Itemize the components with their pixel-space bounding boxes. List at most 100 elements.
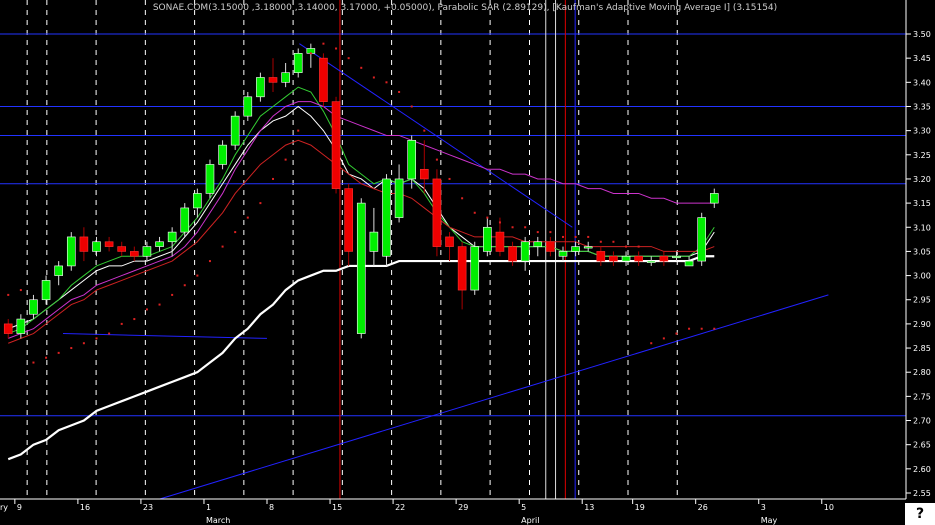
y-tick-label: 2.95	[913, 296, 931, 305]
candle-body	[470, 246, 480, 291]
help-button[interactable]: ?	[905, 503, 935, 525]
candle-body	[583, 246, 593, 249]
sar-dot	[297, 129, 300, 132]
x-tick-label: 5	[521, 503, 526, 512]
chart-title: SONAE.COM(3.15000 ,3.18000 ,3.14000, 3.1…	[153, 3, 777, 13]
y-tick-label: 2.80	[913, 368, 931, 377]
sar-dot	[561, 235, 564, 238]
candle-body	[16, 318, 26, 334]
x-tick-label: 22	[395, 503, 405, 512]
sar-dot	[675, 332, 678, 335]
sar-dot	[7, 293, 10, 296]
candle-body	[167, 231, 177, 243]
x-tick-label: 1	[206, 503, 211, 512]
candle-body	[218, 144, 227, 165]
candle-body	[54, 265, 63, 276]
sar-dot	[612, 240, 615, 243]
x-month-label: March	[206, 516, 230, 525]
sar-dot	[32, 361, 35, 364]
sar-dot	[196, 274, 199, 277]
sar-dot	[398, 90, 401, 93]
candle-body	[130, 251, 139, 257]
candle-body	[344, 188, 353, 252]
sar-dot	[625, 245, 628, 248]
x-tick-label: 19	[635, 503, 645, 512]
sar-dot	[511, 226, 514, 229]
candle-body	[571, 246, 580, 252]
candle-body	[546, 241, 555, 252]
candle-body	[684, 260, 694, 267]
sar-dot	[246, 216, 249, 219]
x-month-label: May	[761, 516, 778, 525]
candle-body	[356, 202, 366, 334]
candle-body	[117, 246, 127, 252]
sar-dot	[524, 226, 527, 229]
y-tick-label: 2.55	[913, 489, 931, 498]
sar-dot	[284, 158, 287, 161]
candle-body	[319, 57, 328, 102]
y-tick-label: 2.70	[913, 417, 931, 426]
candle-body	[445, 236, 454, 247]
candle-body	[331, 101, 341, 189]
sar-dot	[272, 177, 275, 180]
y-tick-label: 3.20	[913, 175, 931, 184]
sar-dot	[423, 129, 426, 132]
sar-dot	[662, 337, 665, 340]
sar-dot	[435, 158, 438, 161]
sar-dot	[473, 211, 476, 214]
price-chart: 3.50 3.45 3.40 3.35 3.30 3.25 3.20 3.15 3.10 3.05…	[0, 0, 935, 525]
candle-body	[495, 231, 505, 252]
sar-dot	[549, 231, 552, 234]
candle-body	[533, 241, 543, 247]
sar-dot	[208, 260, 211, 263]
candle-body	[79, 236, 89, 252]
x-tick-label: 26	[698, 503, 708, 512]
sar-dot	[120, 322, 123, 325]
sar-dot	[574, 235, 577, 238]
candle-body	[230, 115, 240, 146]
sar-dot	[650, 342, 653, 345]
candle-body	[268, 77, 278, 83]
sar-dot	[461, 197, 464, 200]
y-tick-label: 3.40	[913, 78, 931, 87]
sar-dot	[183, 284, 186, 287]
sar-dot	[347, 57, 350, 60]
sar-dot	[145, 308, 148, 311]
y-tick-label: 3.45	[913, 54, 931, 63]
candle-body	[66, 236, 76, 267]
sar-dot	[322, 42, 325, 45]
candle-body	[697, 217, 706, 262]
sar-dot	[57, 351, 60, 354]
sar-dot	[688, 327, 691, 330]
sar-dot	[82, 342, 85, 345]
candle-body	[672, 255, 681, 259]
candle-body	[41, 280, 51, 301]
candle-body	[3, 323, 13, 334]
sar-dot	[498, 221, 501, 224]
candle-body	[709, 193, 719, 204]
candle-body	[281, 72, 290, 83]
candle-body	[205, 164, 215, 194]
candle-body	[29, 299, 38, 315]
candle-body	[596, 251, 606, 262]
y-tick-label: 3.15	[913, 199, 931, 208]
candle-body	[256, 77, 265, 98]
sar-dot	[599, 240, 602, 243]
candle-body	[520, 241, 530, 262]
candle-body	[382, 178, 391, 257]
y-tick-label: 3.00	[913, 272, 931, 281]
y-tick-label: 2.90	[913, 320, 931, 329]
x-tick-label: 23	[143, 503, 153, 512]
trend-line	[131, 294, 829, 508]
x-tick-label: 29	[458, 503, 468, 512]
sar-dot	[536, 231, 539, 234]
sar-dot	[587, 235, 590, 238]
candle-body	[394, 178, 404, 218]
sar-dot	[234, 231, 237, 234]
candle-body	[508, 246, 517, 262]
sar-dot	[335, 47, 338, 50]
sar-dot	[45, 356, 48, 359]
sar-dot	[637, 245, 640, 248]
sar-dot	[700, 327, 703, 330]
y-tick-label: 3.30	[913, 127, 931, 136]
